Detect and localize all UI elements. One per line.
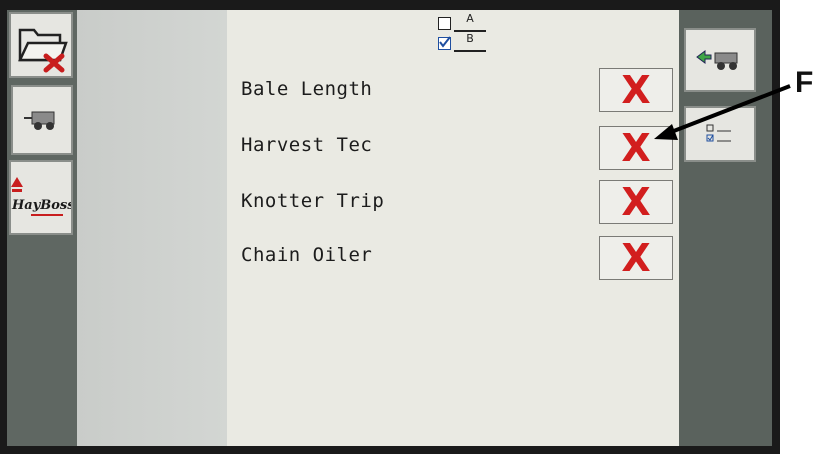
- ab-config-icon: [706, 124, 731, 142]
- background-stripe: [77, 10, 227, 446]
- option-b-underline: [454, 50, 486, 52]
- option-a-checkbox[interactable]: [438, 17, 451, 30]
- hayboss-logo: HayBoss: [11, 176, 71, 216]
- callout-label-f: F: [795, 66, 814, 99]
- disabled-x-icon: X: [621, 236, 651, 280]
- back-to-baler-button[interactable]: [684, 28, 756, 92]
- option-b-label: B: [466, 32, 474, 45]
- chain-oiler-status-button[interactable]: X: [599, 236, 673, 280]
- baler-button[interactable]: [11, 85, 73, 155]
- option-a[interactable]: A: [438, 12, 508, 34]
- baler-icon: [24, 111, 55, 130]
- checkmark-icon: [439, 36, 451, 48]
- disabled-x-icon: X: [621, 180, 651, 224]
- folder-delete-icon: [18, 28, 68, 73]
- display-bezel: HayBoss A B Bale Length X Harvest Tec X …: [0, 0, 780, 454]
- ab-config-button[interactable]: [684, 106, 756, 162]
- row-label-harvest-tec: Harvest Tec: [241, 134, 373, 156]
- bale-length-status-button[interactable]: X: [599, 68, 673, 112]
- option-a-label: A: [466, 12, 474, 25]
- disabled-x-icon: X: [621, 68, 651, 112]
- knotter-trip-status-button[interactable]: X: [599, 180, 673, 224]
- row-label-chain-oiler: Chain Oiler: [241, 244, 373, 266]
- row-label-bale-length: Bale Length: [241, 78, 373, 100]
- row-label-knotter-trip: Knotter Trip: [241, 190, 385, 212]
- display-screen: HayBoss A B Bale Length X Harvest Tec X …: [7, 10, 772, 446]
- back-to-baler-icon: [696, 50, 738, 70]
- option-b[interactable]: B: [438, 32, 508, 54]
- disabled-x-icon: X: [621, 126, 651, 170]
- hayboss-button[interactable]: HayBoss: [9, 160, 73, 235]
- svg-text:HayBoss: HayBoss: [11, 198, 71, 213]
- folder-delete-button[interactable]: [9, 12, 73, 78]
- harvest-tec-status-button[interactable]: X: [599, 126, 673, 170]
- option-b-checkbox[interactable]: [438, 36, 451, 50]
